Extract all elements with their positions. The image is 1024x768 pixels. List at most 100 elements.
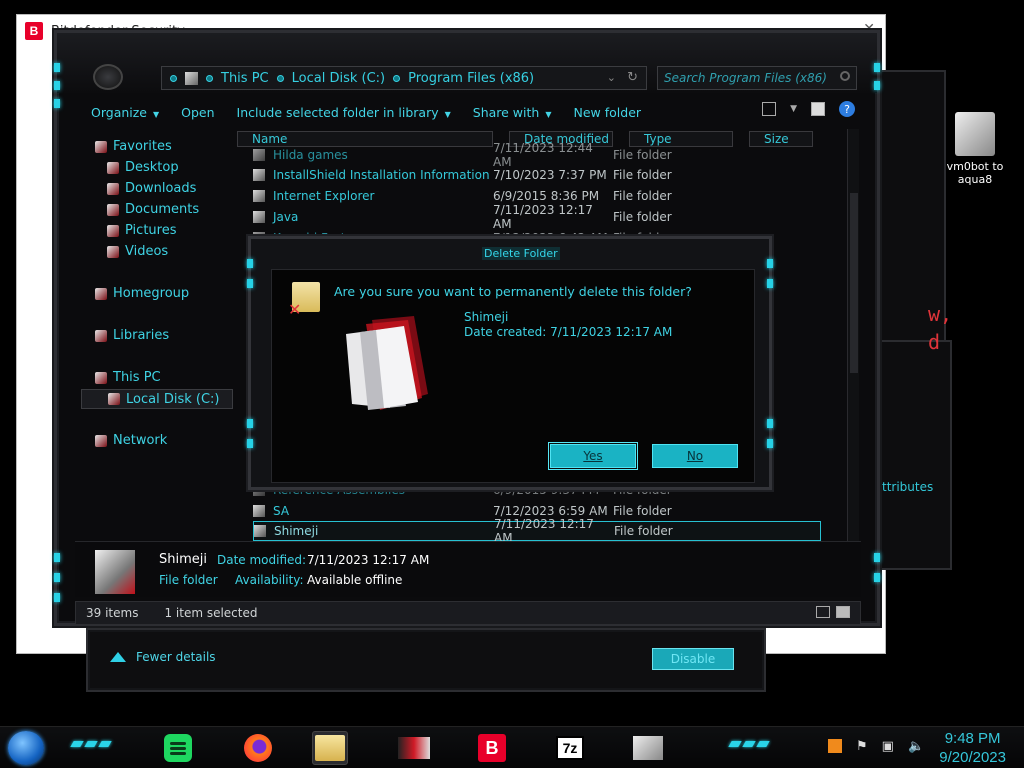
- caret-down-icon[interactable]: ▼: [790, 104, 797, 114]
- frame-accent: [54, 81, 60, 90]
- frame-accent: [874, 553, 880, 562]
- scrollbar-thumb[interactable]: [850, 193, 858, 373]
- desktop-icon-vm0bot[interactable]: vm0bot to aqua8: [944, 112, 1006, 186]
- preview-pane-icon[interactable]: [811, 102, 825, 116]
- details-date-value: 7/11/2023 12:17 AM: [307, 553, 430, 567]
- open-button[interactable]: Open: [181, 105, 214, 120]
- computer-icon: [95, 371, 107, 384]
- chevron-down-icon[interactable]: ⌄: [607, 71, 616, 84]
- frame-accent: [54, 593, 60, 602]
- frame-accent: [767, 259, 773, 268]
- clock[interactable]: 9:48 PM 9/20/2023: [939, 729, 1006, 767]
- videos-icon: [107, 245, 119, 258]
- table-row[interactable]: Hilda games 7/11/2023 12:44 AM File folder: [253, 141, 821, 169]
- search-icon[interactable]: [840, 71, 850, 81]
- app-icon: [398, 737, 430, 759]
- pc-icon: [185, 71, 198, 85]
- taskbar-firefox[interactable]: [240, 731, 276, 765]
- command-bar: Organize ▼ Open Include selected folder i…: [77, 97, 863, 127]
- nav-libraries[interactable]: Libraries: [95, 328, 169, 343]
- view-controls: ▼ ?: [762, 101, 855, 117]
- nav-documents[interactable]: Documents: [107, 202, 199, 217]
- address-dot-icon: [276, 74, 284, 82]
- no-button[interactable]: No: [652, 444, 738, 468]
- taskbar-7zip[interactable]: 7z: [552, 731, 588, 765]
- folder-icon: [253, 169, 265, 181]
- flag-icon[interactable]: ⚑: [856, 739, 868, 754]
- frame-accent: [874, 63, 880, 72]
- documents-icon: [107, 203, 119, 216]
- details-date-label: Date modified:: [217, 553, 307, 567]
- frame-accent: [247, 259, 253, 268]
- frame-accent: [54, 99, 60, 108]
- taskbar-accent: [70, 741, 112, 747]
- table-row-selected[interactable]: Shimeji 7/11/2023 12:17 AM File folder: [253, 517, 821, 545]
- taskbar-file-explorer[interactable]: [312, 731, 348, 765]
- share-with-menu[interactable]: Share with ▼: [473, 105, 552, 120]
- status-bar: 39 items 1 item selected: [75, 601, 861, 625]
- nav-local-disk[interactable]: Local Disk (C:): [81, 389, 233, 409]
- selection-count: 1 item selected: [164, 606, 258, 620]
- folder-icon: [254, 525, 266, 537]
- details-view-icon[interactable]: [816, 606, 830, 618]
- taskbar-app-image[interactable]: [630, 731, 666, 765]
- large-icons-view-icon[interactable]: [836, 606, 850, 618]
- table-row[interactable]: Java 7/11/2023 12:17 AM File folder: [253, 203, 821, 231]
- include-in-library-menu[interactable]: Include selected folder in library ▼: [237, 105, 451, 120]
- frame-accent: [247, 439, 253, 448]
- dialog-question: Are you sure you want to permanently del…: [334, 284, 692, 299]
- new-folder-button[interactable]: New folder: [574, 105, 642, 120]
- nav-desktop[interactable]: Desktop: [107, 160, 179, 175]
- address-bar[interactable]: This PC Local Disk (C:) Program Files (x…: [161, 66, 647, 90]
- network-icon[interactable]: ▣: [882, 739, 894, 754]
- fewer-details-link[interactable]: Fewer details: [110, 650, 216, 664]
- system-tray: ⚑ ▣ 🔈: [828, 739, 924, 754]
- desktop-icon: [107, 161, 119, 174]
- clock-date: 9/20/2023: [939, 749, 1006, 766]
- tray-app-icon[interactable]: [828, 739, 842, 753]
- taskbar-spotify[interactable]: [160, 731, 196, 765]
- caret-down-icon: ▼: [444, 109, 451, 119]
- organize-menu[interactable]: Organize ▼: [91, 105, 159, 120]
- folder-icon: [253, 149, 265, 161]
- downloads-icon: [107, 182, 119, 195]
- taskbar-app-red[interactable]: [396, 731, 432, 765]
- nav-downloads[interactable]: Downloads: [107, 181, 196, 196]
- nav-pictures[interactable]: Pictures: [107, 223, 176, 238]
- address-dot-icon: [206, 74, 213, 82]
- star-icon: [95, 140, 107, 153]
- back-forward-orb[interactable]: [93, 64, 123, 90]
- search-input[interactable]: Search Program Files (x86): [657, 66, 857, 90]
- frame-accent: [247, 419, 253, 428]
- frame-accent: [54, 553, 60, 562]
- table-row[interactable]: InstallShield Installation Information 7/…: [253, 165, 821, 185]
- folder-icon: [253, 190, 265, 202]
- nav-this-pc[interactable]: This PC: [95, 370, 161, 385]
- breadcrumb-this-pc[interactable]: This PC: [221, 71, 269, 86]
- dialog-folder-name: Shimeji: [464, 310, 509, 324]
- vertical-scrollbar[interactable]: [847, 129, 859, 541]
- refresh-icon[interactable]: ↻: [627, 70, 638, 85]
- yes-button[interactable]: Yes: [550, 444, 636, 468]
- desktop: B Bitdefender Security ✕ w, d Attributes…: [0, 0, 1024, 768]
- attributes-label[interactable]: Attributes: [874, 480, 933, 494]
- frame-accent: [54, 573, 60, 582]
- details-availability-label: Availability:: [235, 573, 304, 587]
- breadcrumb-program-files[interactable]: Program Files (x86): [408, 71, 534, 86]
- start-button[interactable]: [8, 731, 44, 765]
- address-dot-icon: [393, 74, 401, 82]
- nav-homegroup[interactable]: Homegroup: [95, 286, 189, 301]
- background-panel-2: [872, 340, 952, 570]
- disable-button[interactable]: Disable: [652, 648, 734, 670]
- view-list-icon[interactable]: [762, 102, 777, 116]
- nav-favorites[interactable]: Favorites: [95, 139, 172, 154]
- nav-network[interactable]: Network: [95, 433, 167, 448]
- taskbar-bitdefender[interactable]: B: [474, 731, 510, 765]
- help-icon[interactable]: ?: [839, 101, 855, 117]
- delete-folder-dialog: Delete Folder ✕ Are you sure you want to…: [247, 236, 773, 490]
- drive-icon: [108, 393, 120, 405]
- volume-icon[interactable]: 🔈: [908, 739, 924, 754]
- nav-videos[interactable]: Videos: [107, 244, 168, 259]
- breadcrumb-local-disk[interactable]: Local Disk (C:): [292, 71, 385, 86]
- item-count: 39 items: [86, 606, 139, 620]
